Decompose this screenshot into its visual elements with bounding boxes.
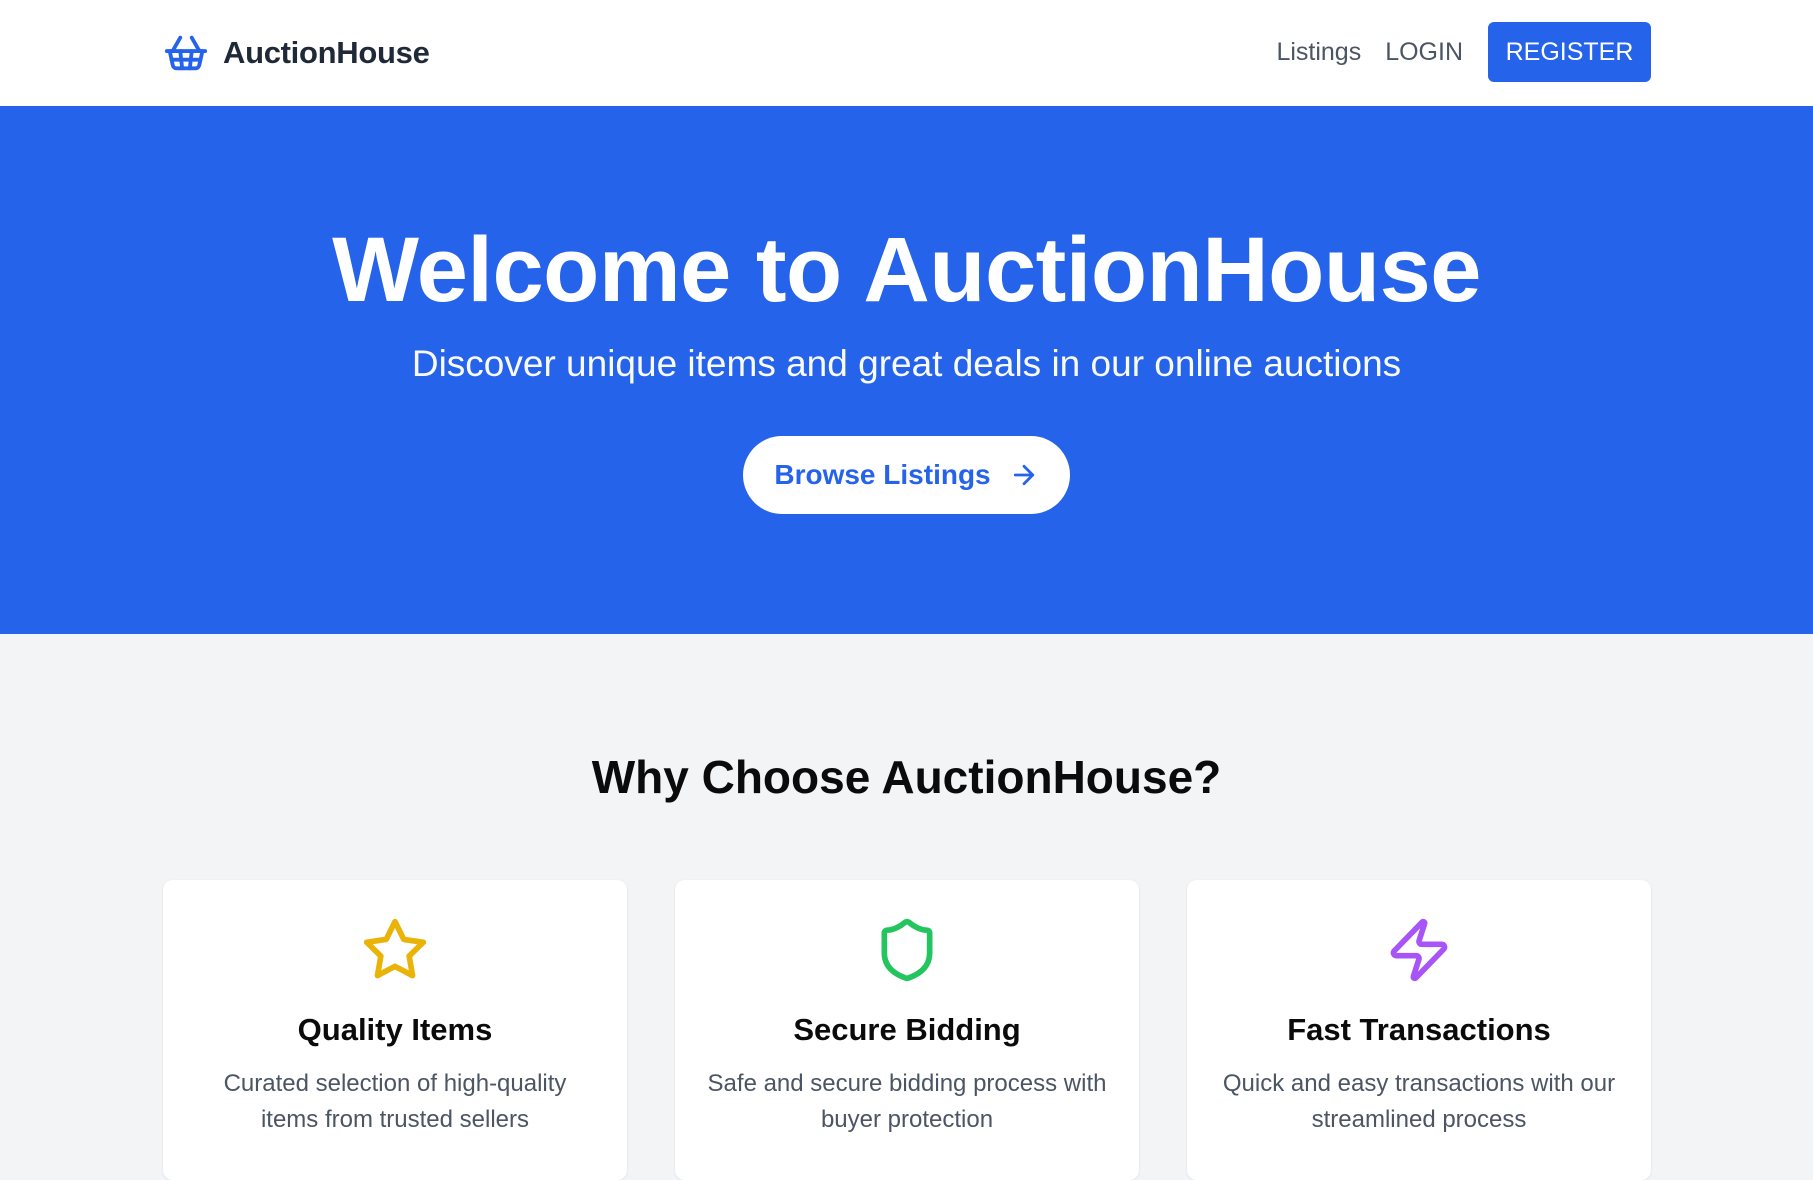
- feature-title: Quality Items: [297, 1012, 493, 1047]
- feature-description: Curated selection of high-quality items …: [223, 1070, 567, 1133]
- brand-logo-link[interactable]: AuctionHouse: [163, 30, 430, 76]
- shield-icon: [881, 918, 933, 982]
- star-icon: [363, 918, 427, 979]
- feature-title: Secure Bidding: [793, 1012, 1021, 1047]
- feature-title: Fast Transactions: [1287, 1012, 1551, 1047]
- hero-section: Welcome to AuctionHouse Discover unique …: [0, 106, 1813, 634]
- basket-icon: [164, 35, 208, 71]
- feature-card-secure: Secure Bidding Safe and secure bidding p…: [675, 880, 1139, 1180]
- browse-listings-label: Browse Listings: [774, 459, 991, 490]
- nav-listings-link[interactable]: Listings: [1276, 38, 1361, 67]
- browse-listings-button[interactable]: Browse Listings: [743, 436, 1070, 514]
- main-nav: Listings LOGIN REGISTER: [1276, 22, 1651, 82]
- feature-card-quality: Quality Items Curated selection of high-…: [163, 880, 627, 1180]
- feature-description: Safe and secure bidding process with buy…: [707, 1070, 1107, 1133]
- nav-login-link[interactable]: LOGIN: [1385, 38, 1463, 67]
- features-title: Why Choose AuctionHouse?: [591, 751, 1222, 803]
- brand-name: AuctionHouse: [223, 35, 430, 70]
- top-navbar: AuctionHouse Listings LOGIN REGISTER: [0, 0, 1813, 106]
- feature-card-fast: Fast Transactions Quick and easy transac…: [1187, 880, 1651, 1180]
- hero-subtitle: Discover unique items and great deals in…: [411, 343, 1402, 384]
- register-button[interactable]: REGISTER: [1488, 22, 1651, 82]
- lightning-icon: [1390, 918, 1448, 982]
- feature-description: Quick and easy transactions with our str…: [1222, 1070, 1616, 1133]
- arrow-right-icon: [1013, 464, 1034, 486]
- hero-title: Welcome to AuctionHouse: [332, 219, 1481, 321]
